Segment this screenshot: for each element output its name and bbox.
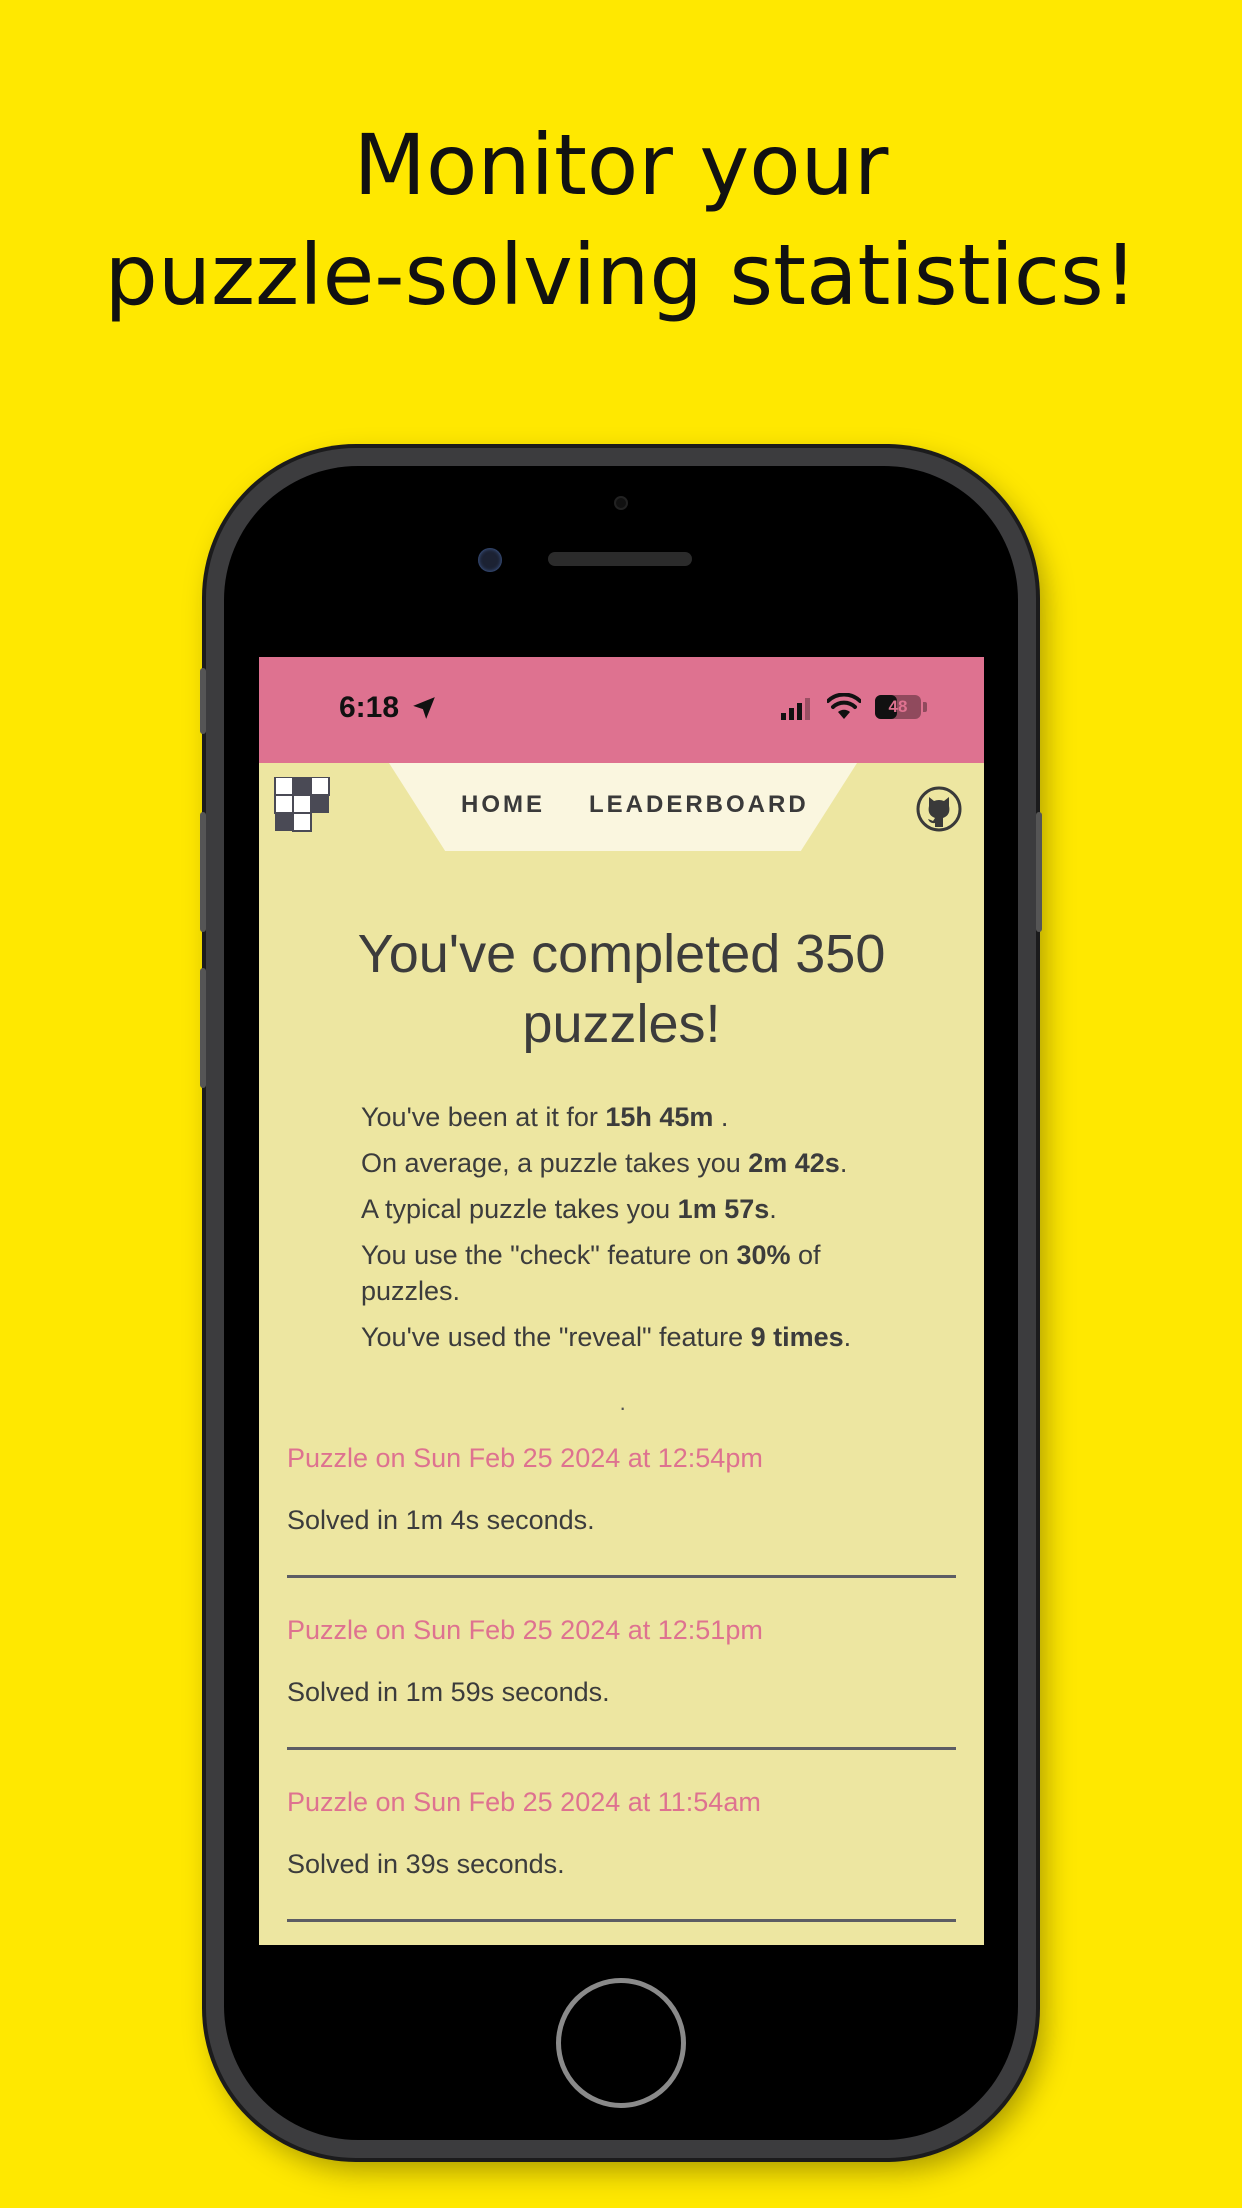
stat-value: 30% xyxy=(736,1240,791,1270)
power-button xyxy=(1036,812,1042,932)
nav-leaderboard-link[interactable]: LEADERBOARD xyxy=(589,791,809,819)
stat-value: 2m 42s xyxy=(748,1148,840,1178)
entry-divider xyxy=(287,1747,956,1750)
entry-divider xyxy=(287,1919,956,1922)
stats-list: You've been at it for 15h 45m . On avera… xyxy=(361,1099,921,1365)
status-bar: 6:18 48 xyxy=(259,657,984,763)
phone-screen: 6:18 48 HOME LEADERBOARD You've complete… xyxy=(259,657,984,1945)
top-nav: HOME LEADERBOARD xyxy=(389,763,857,851)
proximity-sensor xyxy=(614,496,628,510)
puzzle-history-list: Puzzle on Sun Feb 25 2024 at 12:54pm Sol… xyxy=(287,1443,956,1945)
battery-cap xyxy=(923,702,927,712)
home-button[interactable] xyxy=(556,1978,686,2108)
stat-label: You've been at it for xyxy=(361,1102,606,1132)
puzzle-entry: Puzzle on Sun Feb 25 2024 at 12:54pm Sol… xyxy=(287,1443,956,1615)
earpiece-speaker xyxy=(548,552,692,566)
puzzle-solve-time: Solved in 1m 4s seconds. xyxy=(287,1505,595,1535)
nav-home-link[interactable]: HOME xyxy=(461,791,545,819)
stat-total-time: You've been at it for 15h 45m . xyxy=(361,1099,921,1135)
battery-level-text: 48 xyxy=(888,697,908,716)
stat-suffix: . xyxy=(843,1322,852,1352)
headline-line-1: Monitor your xyxy=(353,116,889,214)
front-camera xyxy=(478,548,502,572)
stat-label: A typical puzzle takes you xyxy=(361,1194,678,1224)
section-separator: · xyxy=(619,1395,627,1420)
puzzle-entry: Puzzle on Sun Feb 25 2024 at 12:51pm Sol… xyxy=(287,1615,956,1787)
stat-suffix: . xyxy=(839,1148,848,1178)
volume-up-button xyxy=(200,812,206,932)
completed-title: You've completed 350 puzzles! xyxy=(357,924,886,1054)
stat-label: You've used the "reveal" feature xyxy=(361,1322,751,1352)
mute-switch xyxy=(200,668,206,734)
stat-value: 15h 45m xyxy=(605,1102,714,1132)
entry-divider xyxy=(287,1575,956,1578)
cellular-signal-icon xyxy=(781,698,810,720)
stat-value: 9 times xyxy=(750,1322,844,1352)
location-arrow-icon xyxy=(413,697,435,719)
puzzle-entry-link[interactable]: Puzzle on Sun Feb 25 2024 at 12:54pm xyxy=(287,1443,763,1474)
puzzle-entry: Puzzle on Sun Feb 25 2024 at 11:54am Sol… xyxy=(287,1787,956,1945)
stat-check-usage: You use the "check" feature on 30% of pu… xyxy=(361,1237,921,1309)
puzzle-entry-link[interactable]: Puzzle on Sun Feb 25 2024 at 11:54am xyxy=(287,1787,761,1818)
stat-suffix: . xyxy=(713,1102,729,1132)
puzzle-solve-time: Solved in 1m 59s seconds. xyxy=(287,1677,610,1707)
puzzle-entry-link[interactable]: Puzzle on Sun Feb 25 2024 at 12:51pm xyxy=(287,1615,763,1646)
battery-icon: 48 xyxy=(875,695,921,719)
stat-typical-time: A typical puzzle takes you 1m 57s. xyxy=(361,1191,921,1227)
wifi-icon xyxy=(827,693,861,719)
github-icon[interactable] xyxy=(915,785,963,833)
headline-line-2: puzzle-solving statistics! xyxy=(104,226,1138,324)
puzzle-solve-time: Solved in 39s seconds. xyxy=(287,1849,565,1879)
stat-label: You use the "check" feature on xyxy=(361,1240,737,1270)
crossword-logo-icon[interactable] xyxy=(273,777,331,835)
stat-value: 1m 57s xyxy=(677,1194,770,1224)
stat-suffix: . xyxy=(769,1194,777,1224)
volume-down-button xyxy=(200,968,206,1088)
status-time: 6:18 xyxy=(339,691,400,724)
stat-reveal-usage: You've used the "reveal" feature 9 times… xyxy=(361,1319,921,1355)
headline: Monitor your puzzle-solving statistics! xyxy=(0,110,1242,330)
stat-label: On average, a puzzle takes you xyxy=(361,1148,749,1178)
stat-average-time: On average, a puzzle takes you 2m 42s. xyxy=(361,1145,921,1181)
